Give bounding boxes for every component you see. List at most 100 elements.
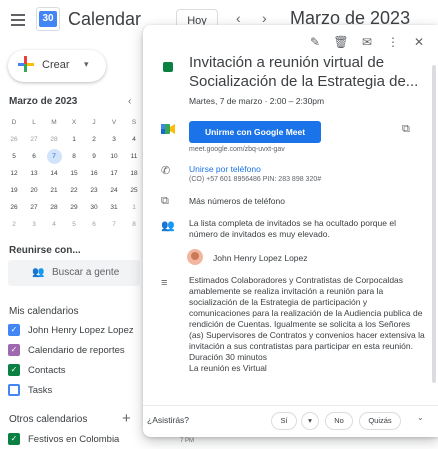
mini-calendar-day[interactable]: 6 — [84, 216, 104, 233]
calendar-label: Tasks — [28, 385, 53, 396]
copy-icon[interactable]: ⧉ — [402, 123, 410, 136]
mini-calendar-day[interactable]: 26 — [4, 199, 24, 216]
calendar-checkbox[interactable]: ✓ — [8, 344, 20, 356]
calendar-list-item[interactable]: Tasks — [8, 382, 148, 400]
rsvp-maybe-button[interactable]: Quizás — [359, 412, 401, 430]
weekday-label: J — [92, 119, 96, 126]
phone-icon: ✆ — [161, 165, 171, 177]
mini-calendar-day[interactable]: 12 — [4, 165, 24, 182]
calendar-label: John Henry Lopez Lopez — [28, 325, 134, 336]
mini-calendar-day[interactable]: 23 — [84, 182, 104, 199]
google-meet-icon — [161, 124, 175, 134]
mini-calendar-day[interactable]: 5 — [64, 216, 84, 233]
mini-calendar-day[interactable]: 2 — [84, 131, 104, 148]
scrollbar[interactable] — [432, 65, 436, 383]
mini-calendar-day[interactable]: 27 — [24, 199, 44, 216]
mini-calendar-day[interactable]: 28 — [44, 199, 64, 216]
mini-calendar-day[interactable]: 3 — [104, 131, 124, 148]
rsvp-bar: ¿Asistirás? Sí ▾ No Quizás ⌄ — [143, 405, 438, 437]
mini-calendar-week: 19 20 21 22 23 24 25 — [4, 182, 144, 199]
mini-calendar-day[interactable]: 24 — [104, 182, 124, 199]
mini-calendar-day[interactable]: 22 — [64, 182, 84, 199]
mini-calendar-day[interactable]: 16 — [84, 165, 104, 182]
mini-calendar-day[interactable]: 13 — [24, 165, 44, 182]
edit-icon[interactable]: ✎ — [302, 31, 328, 53]
weekday-label: S — [131, 119, 137, 126]
chevron-down-icon[interactable]: ⌄ — [417, 413, 424, 422]
mini-calendar-day[interactable]: 19 — [4, 182, 24, 199]
calendar-checkbox[interactable] — [8, 384, 20, 396]
avatar — [187, 249, 203, 265]
mini-calendar-day[interactable]: 8 — [64, 148, 84, 165]
event-title: Invitación a reunión virtual de Socializ… — [189, 54, 419, 90]
mini-calendar-day[interactable]: 15 — [64, 165, 84, 182]
calendar-list-item[interactable]: ✓ John Henry Lopez Lopez — [8, 322, 148, 340]
mini-calendar-day[interactable]: 9 — [84, 148, 104, 165]
people-icon: 👥 — [32, 267, 45, 278]
mini-calendar-day[interactable]: 1 — [124, 199, 144, 216]
open-external-icon: ⧉ — [161, 195, 169, 207]
calendar-label: Festivos en Colombia — [28, 434, 120, 445]
mini-calendar-day[interactable]: 10 — [104, 148, 124, 165]
email-icon[interactable]: ✉ — [354, 31, 380, 53]
mini-calendar-day[interactable]: 4 — [44, 216, 64, 233]
mini-calendar-weekday-row: DLMXJVS — [4, 114, 144, 131]
calendar-logo-number: 30 — [39, 11, 57, 27]
mini-calendar-day[interactable]: 14 — [44, 165, 64, 182]
next-period-button[interactable]: › — [262, 10, 267, 26]
mini-calendar-day[interactable]: 25 — [124, 182, 144, 199]
mini-calendar-day[interactable]: 7 — [104, 216, 124, 233]
calendar-list-item[interactable]: ✓ Calendario de reportes — [8, 342, 148, 360]
mini-calendar-week: 26 27 28 29 30 31 1 — [4, 199, 144, 216]
calendar-list-item[interactable]: ✓ Festivos en Colombia — [8, 431, 148, 449]
calendar-checkbox[interactable]: ✓ — [8, 364, 20, 376]
mini-calendar-day[interactable]: 29 — [64, 199, 84, 216]
plus-icon — [18, 56, 34, 72]
mini-calendar-day[interactable]: 11 — [124, 148, 144, 165]
mini-calendar-day[interactable]: 8 — [124, 216, 144, 233]
mini-calendar-day[interactable]: 26 — [4, 131, 24, 148]
create-button[interactable]: Crear ▾ — [8, 50, 106, 82]
search-people-input[interactable]: 👥 Buscar a gente — [8, 260, 140, 286]
mini-calendar-day[interactable]: 4 — [124, 131, 144, 148]
mini-calendar-day[interactable]: 20 — [24, 182, 44, 199]
mini-calendar-day[interactable]: 6 — [24, 148, 44, 165]
mini-calendar-day[interactable]: 1 — [64, 131, 84, 148]
mini-calendar-day[interactable]: 18 — [124, 165, 144, 182]
calendar-list-item[interactable]: ✓ Contacts — [8, 362, 148, 380]
main-menu-icon[interactable] — [8, 11, 28, 31]
other-calendars-title[interactable]: Otros calendarios — [9, 414, 87, 425]
mini-calendar-day[interactable]: 28 — [44, 131, 64, 148]
meet-with-title: Reunirse con... — [9, 245, 81, 256]
calendar-checkbox[interactable]: ✓ — [8, 324, 20, 336]
meet-link[interactable]: meet.google.com/zbq-uvxt-gav — [189, 146, 285, 153]
delete-icon[interactable]: 🗑 — [328, 31, 354, 53]
mini-calendar-day[interactable]: 5 — [4, 148, 24, 165]
join-google-meet-button[interactable]: Unirme con Google Meet — [189, 121, 321, 143]
rsvp-no-button[interactable]: No — [325, 412, 353, 430]
create-label: Crear — [42, 59, 70, 71]
mini-calendar-day[interactable]: 31 — [104, 199, 124, 216]
mini-calendar-day[interactable]: 27 — [24, 131, 44, 148]
calendar-checkbox[interactable]: ✓ — [8, 433, 20, 445]
more-options-icon[interactable]: ⋮ — [380, 31, 406, 53]
weekday-label: X — [71, 119, 77, 126]
mini-calendar-prev-button[interactable]: ‹ — [128, 96, 131, 107]
mini-calendar-day[interactable]: 2 — [4, 216, 24, 233]
rsvp-options-button[interactable]: ▾ — [301, 412, 319, 430]
mini-calendar-day[interactable]: 17 — [104, 165, 124, 182]
calendar-label: Contacts — [28, 365, 66, 376]
more-phone-numbers-link[interactable]: Más números de teléfono — [189, 196, 285, 206]
join-by-phone-link[interactable]: Unirse por teléfono — [189, 164, 261, 174]
close-icon[interactable]: ✕ — [406, 31, 432, 53]
mini-calendar-day[interactable]: 30 — [84, 199, 104, 216]
rsvp-yes-button[interactable]: Sí — [271, 412, 297, 430]
add-calendar-button[interactable]: + — [122, 410, 131, 427]
my-calendars-title[interactable]: Mis calendarios — [9, 306, 78, 317]
sidebar: Crear ▾ Marzo de 2023 ‹ D L M X J V S 26 27 28 1 2 3… — [0, 42, 148, 449]
mini-calendar-day[interactable]: 7 — [44, 148, 64, 165]
previous-period-button[interactable]: ‹ — [236, 10, 241, 26]
mini-calendar-day[interactable]: 3 — [24, 216, 44, 233]
weekday-label: L — [32, 119, 36, 126]
mini-calendar-day[interactable]: 21 — [44, 182, 64, 199]
